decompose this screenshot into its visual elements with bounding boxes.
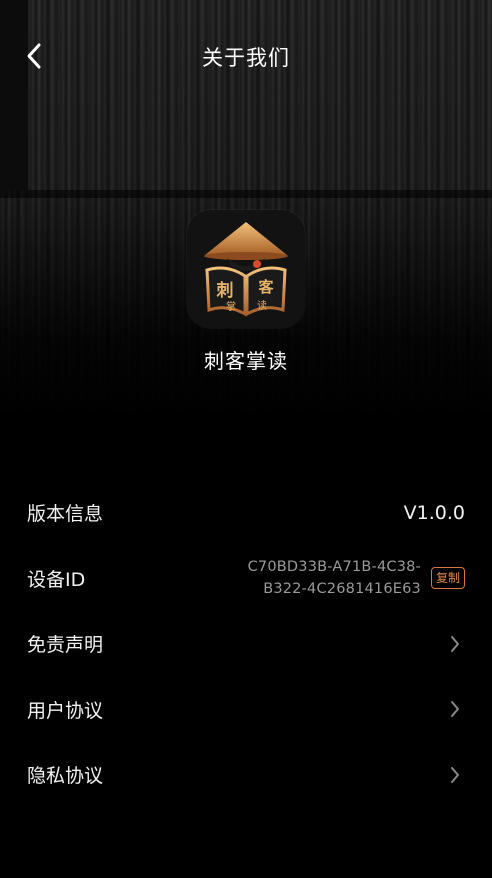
logo-char-du: 读	[257, 299, 267, 312]
device-id-line-1: C70BD33B-A71B-4C38-	[247, 559, 421, 576]
user-agreement-label: 用户协议	[27, 699, 104, 722]
device-id-label: 设备ID	[27, 568, 86, 591]
chevron-right-icon	[445, 699, 465, 719]
disclaimer-row[interactable]: 免责声明	[0, 611, 492, 677]
device-id-row: 设备ID C70BD33B-A71B-4C38- B322-4C2681416E…	[0, 546, 492, 612]
app-logo: 刺 客 掌 读	[187, 210, 305, 328]
privacy-row[interactable]: 隐私协议	[0, 742, 492, 808]
chevron-right-icon	[445, 765, 465, 785]
copy-button[interactable]: 复制	[430, 567, 465, 590]
logo-char-ke: 客	[257, 278, 274, 296]
nav-bar: 关于我们	[0, 28, 492, 84]
user-agreement-row[interactable]: 用户协议	[0, 677, 492, 743]
logo-char-ci: 刺	[217, 280, 234, 301]
version-value: V1.0.0	[403, 501, 465, 524]
about-us-screen: 关于我们 刺 客 掌 读 刺客掌读 版本信息 V1.0.0 设备ID C70BD…	[0, 0, 492, 878]
version-row: 版本信息 V1.0.0	[0, 480, 492, 546]
device-id-line-2: B322-4C2681416E63	[263, 581, 421, 598]
app-logo-icon: 刺 客 掌 读	[204, 222, 288, 317]
disclaimer-label: 免责声明	[27, 634, 104, 657]
chevron-right-icon	[445, 634, 465, 654]
privacy-label: 隐私协议	[27, 765, 104, 788]
version-label: 版本信息	[27, 503, 104, 526]
page-title: 关于我们	[202, 46, 290, 70]
info-list: 版本信息 V1.0.0 设备ID C70BD33B-A71B-4C38- B32…	[0, 480, 492, 808]
logo-char-zhang: 掌	[226, 301, 236, 313]
app-name: 刺客掌读	[204, 349, 288, 373]
device-id-value: C70BD33B-A71B-4C38- B322-4C2681416E63 复制	[248, 556, 465, 600]
